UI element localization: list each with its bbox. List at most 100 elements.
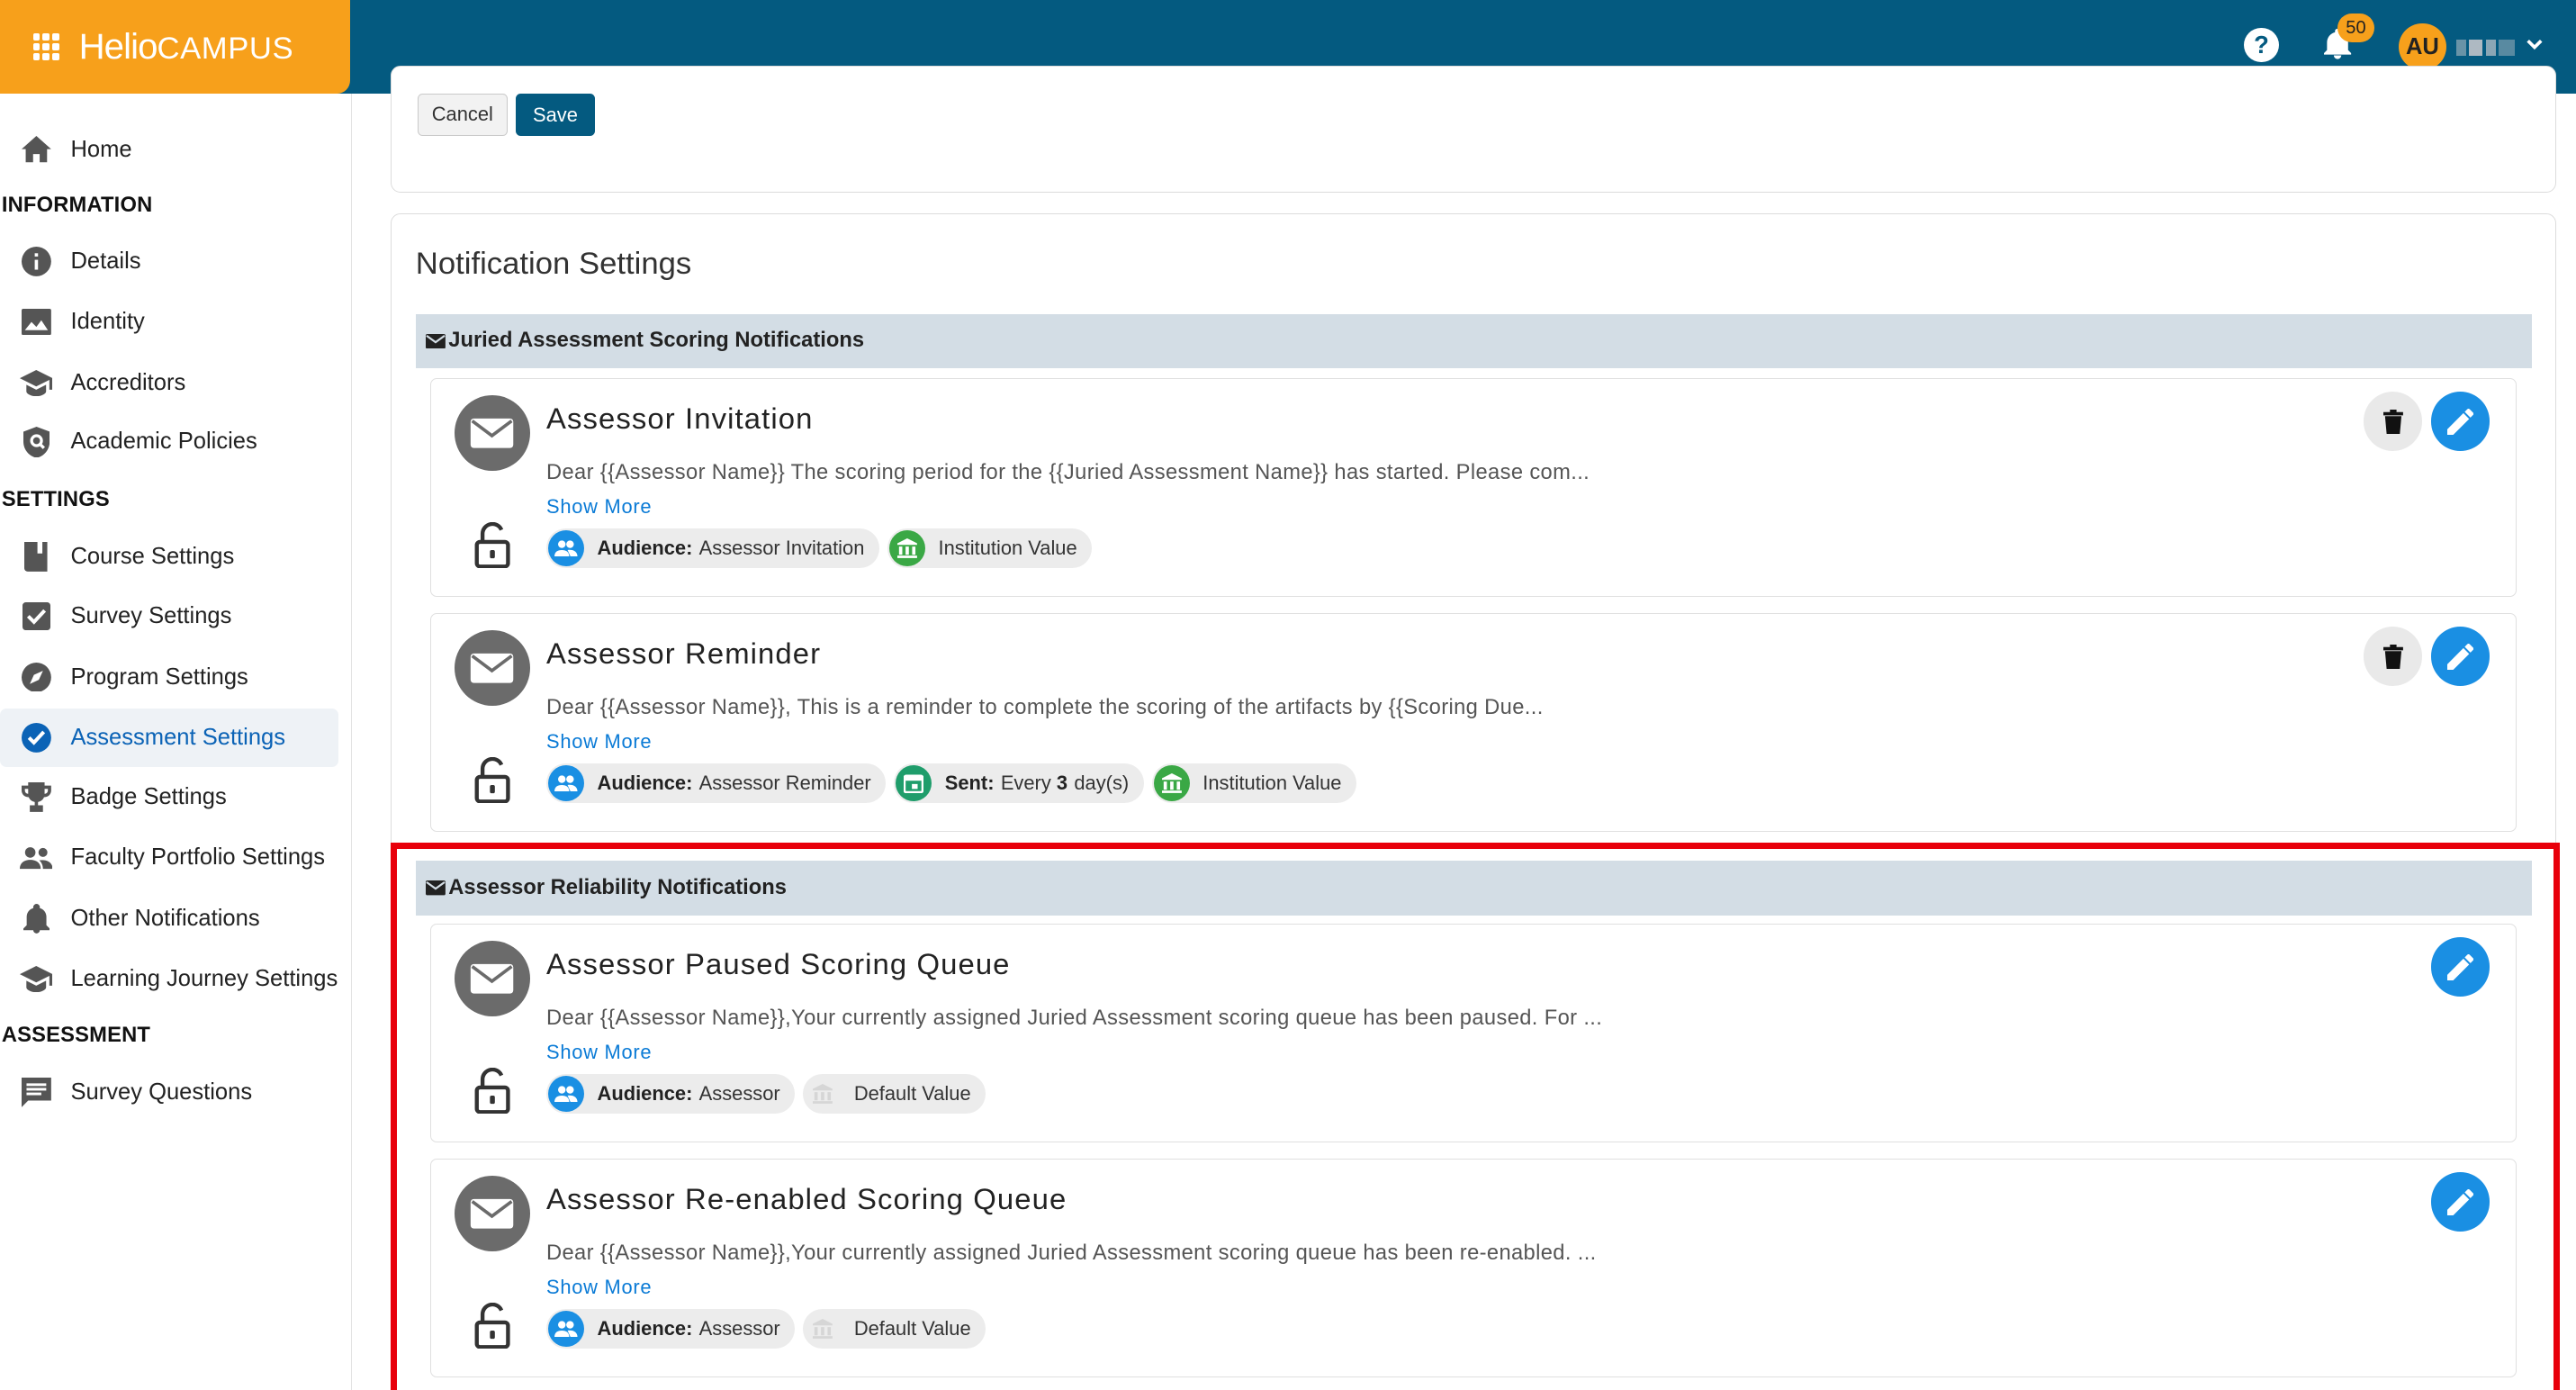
sidebar-item-label: Faculty Portfolio Settings — [70, 844, 326, 871]
image-icon — [20, 305, 53, 338]
institution-icon — [1153, 764, 1190, 801]
notification-item-assessor-reminder: Assessor Reminder Dear {{Assessor Name}}… — [430, 612, 2517, 832]
audience-chip: Audience: Assessor Reminder — [545, 763, 887, 803]
edit-button[interactable] — [2430, 392, 2490, 452]
sidebar-item-identity[interactable]: Identity — [0, 293, 338, 352]
cancel-button[interactable]: Cancel — [417, 94, 509, 137]
calendar-icon — [896, 764, 932, 801]
notification-chips: Audience: Assessor Default Value — [545, 1073, 986, 1114]
notification-title: Assessor Paused Scoring Queue — [545, 947, 1011, 981]
help-icon[interactable]: ? — [2244, 28, 2279, 63]
value-source-chip: Default Value — [803, 1308, 986, 1349]
sidebar-item-label: Details — [70, 248, 141, 274]
notification-title: Assessor Re-enabled Scoring Queue — [545, 1182, 1067, 1216]
audience-value: Assessor Invitation — [698, 536, 865, 559]
sidebar-item-survey-settings[interactable]: Survey Settings — [0, 587, 338, 646]
mail-icon — [454, 941, 530, 1017]
sidebar-item-label: Other Notifications — [70, 905, 260, 931]
notification-item-assessor-invitation: Assessor Invitation Dear {{Assessor Name… — [430, 377, 2517, 597]
show-more-link[interactable]: Show More — [546, 1041, 652, 1064]
audience-chip: Audience: Assessor — [545, 1073, 796, 1114]
sidebar-item-survey-questions[interactable]: Survey Questions — [0, 1063, 338, 1123]
mail-icon — [454, 1176, 530, 1252]
sidebar-item-label: Academic Policies — [70, 429, 257, 455]
people-icon — [19, 842, 53, 875]
sidebar-item-label: Badge Settings — [70, 783, 227, 809]
comment-lines-icon — [20, 1077, 53, 1110]
book-icon — [20, 541, 53, 574]
show-more-link[interactable]: Show More — [546, 1276, 652, 1299]
sidebar-item-academic-policies[interactable]: Academic Policies — [0, 412, 338, 472]
sidebar-item-faculty-portfolio-settings[interactable]: Faculty Portfolio Settings — [0, 828, 338, 888]
group-icon — [547, 1075, 584, 1112]
notification-item-assessor-paused-scoring-queue: Assessor Paused Scoring Queue Dear {{Ass… — [430, 923, 2517, 1142]
sidebar-item-label: Home — [70, 136, 132, 162]
sidebar-item-course-settings[interactable]: Course Settings — [0, 528, 338, 587]
group-header-assessor-reliability: Assessor Reliability Notifications — [415, 861, 2532, 916]
heliocampus-logo[interactable]: HelioCAMPUS — [79, 26, 294, 68]
delete-button[interactable] — [2363, 392, 2423, 452]
audience-label: Audience: — [597, 771, 693, 794]
notification-item-assessor-re-enabled-scoring-queue: Assessor Re-enabled Scoring Queue Dear {… — [430, 1158, 2517, 1377]
lock-open-icon[interactable] — [474, 1302, 510, 1349]
value-source-label: Institution Value — [938, 536, 1077, 559]
sent-value: 3 — [1056, 771, 1068, 794]
show-more-link[interactable]: Show More — [546, 495, 652, 519]
notification-description: Dear {{Assessor Name}},Your currently as… — [545, 1006, 1603, 1031]
institution-icon — [805, 1311, 841, 1347]
sidebar-item-home[interactable]: Home — [0, 120, 338, 179]
audience-label: Audience: — [597, 536, 693, 559]
pencil-icon — [2446, 953, 2474, 980]
trophy-icon — [20, 781, 53, 814]
lock-open-icon[interactable] — [474, 756, 510, 803]
user-name-redacted[interactable] — [2455, 39, 2516, 57]
sidebar-item-learning-journey-settings[interactable]: Learning Journey Settings — [0, 950, 338, 1009]
trash-icon — [2382, 409, 2403, 434]
value-source-chip: Institution Value — [1151, 763, 1356, 803]
envelope-icon — [425, 333, 446, 348]
notification-settings-title: Notification Settings — [415, 246, 692, 281]
user-avatar[interactable]: AU — [2398, 23, 2446, 71]
save-button[interactable]: Save — [516, 94, 595, 137]
graduation-cap-icon — [19, 366, 53, 400]
lock-open-icon[interactable] — [474, 1067, 510, 1114]
delete-button[interactable] — [2363, 627, 2423, 687]
edit-button[interactable] — [2430, 1172, 2490, 1232]
audience-value: Assessor Reminder — [698, 771, 871, 794]
sidebar-item-assessment-settings[interactable]: Assessment Settings — [0, 708, 338, 768]
show-more-link[interactable]: Show More — [546, 730, 652, 754]
sidebar-item-other-notifications[interactable]: Other Notifications — [0, 889, 338, 948]
group-title: Juried Assessment Scoring Notifications — [448, 329, 865, 353]
sidebar-item-program-settings[interactable]: Program Settings — [0, 647, 338, 707]
group-icon — [547, 1310, 584, 1347]
edit-button[interactable] — [2430, 627, 2490, 687]
info-icon — [20, 245, 53, 278]
edit-button[interactable] — [2430, 937, 2490, 997]
institution-icon — [805, 1076, 841, 1112]
form-card — [391, 66, 2557, 193]
compass-icon — [20, 661, 53, 694]
notification-chips: Audience: Assessor Default Value — [545, 1308, 986, 1349]
apps-grid-icon[interactable] — [32, 33, 59, 60]
audience-value: Assessor — [698, 1316, 780, 1340]
group-title: Assessor Reliability Notifications — [448, 876, 787, 900]
chevron-down-icon[interactable] — [2525, 34, 2544, 54]
shield-search-icon — [20, 426, 53, 459]
sidebar-item-details[interactable]: Details — [0, 231, 338, 291]
value-source-label: Default Value — [853, 1316, 971, 1340]
value-source-chip: Default Value — [803, 1073, 986, 1114]
group-icon — [547, 764, 584, 801]
value-source-label: Default Value — [853, 1081, 971, 1105]
sidebar-item-badge-settings[interactable]: Badge Settings — [0, 767, 338, 826]
bell-icon — [20, 902, 53, 935]
lock-open-icon[interactable] — [474, 521, 510, 568]
sent-frequency-chip: Sent: Every 3 day(s) — [894, 763, 1144, 803]
audience-label: Audience: — [597, 1081, 693, 1105]
sidebar-item-label: Course Settings — [70, 544, 235, 570]
pencil-icon — [2446, 408, 2474, 435]
notifications-count-badge: 50 — [2337, 13, 2374, 43]
check-circle-icon — [20, 721, 53, 754]
sidebar-item-accreditors[interactable]: Accreditors — [0, 353, 338, 412]
notification-chips: Audience: Assessor Invitation Institutio… — [545, 528, 1093, 568]
notification-title: Assessor Invitation — [545, 402, 814, 436]
